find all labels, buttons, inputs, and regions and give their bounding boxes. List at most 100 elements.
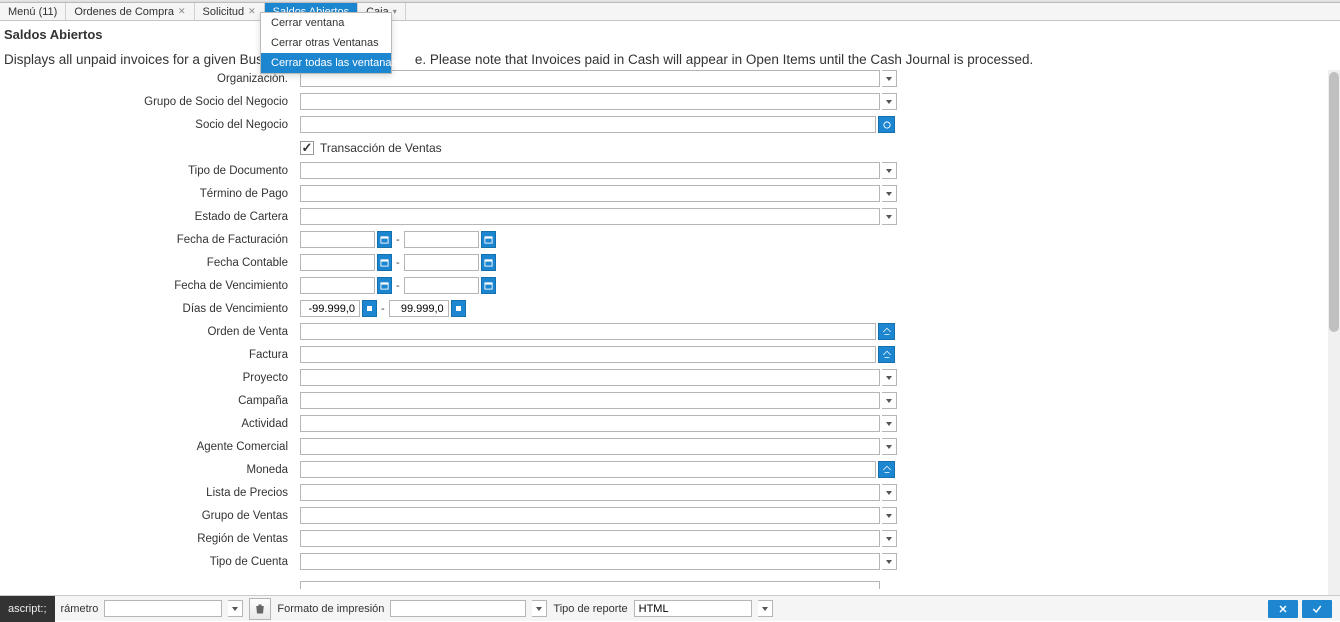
dropdown-button[interactable] xyxy=(882,70,897,87)
factura-input[interactable] xyxy=(300,346,876,363)
dropdown-button[interactable] xyxy=(882,484,897,501)
calendar-icon[interactable] xyxy=(481,254,496,271)
dropdown-button[interactable] xyxy=(882,438,897,455)
transaccion-checkbox[interactable] xyxy=(300,141,314,155)
label-proyecto: Proyecto xyxy=(0,372,300,384)
close-icon[interactable]: ✕ xyxy=(248,6,256,17)
dropdown-button[interactable] xyxy=(882,185,897,202)
label-dias-venc: Días de Vencimiento xyxy=(0,303,300,315)
dropdown-button[interactable] xyxy=(882,415,897,432)
tab-label: Ordenes de Compra xyxy=(74,6,174,18)
dropdown-button[interactable] xyxy=(882,208,897,225)
tab-label: Menú (11) xyxy=(8,6,57,18)
fecha-fact-to[interactable] xyxy=(404,231,479,248)
termino-pago-input[interactable] xyxy=(300,185,880,202)
label-fecha-venc: Fecha de Vencimiento xyxy=(0,280,300,292)
label-tipo-doc: Tipo de Documento xyxy=(0,165,300,177)
actividad-input[interactable] xyxy=(300,415,880,432)
label-tipo-reporte: Tipo de reporte xyxy=(553,603,627,615)
js-status: ascript:; xyxy=(0,596,55,622)
label-estado-cartera: Estado de Cartera xyxy=(0,211,300,223)
dropdown-button[interactable] xyxy=(882,553,897,570)
label-region-ventas: Región de Ventas xyxy=(0,533,300,545)
fecha-venc-to[interactable] xyxy=(404,277,479,294)
help-button[interactable] xyxy=(878,116,895,133)
label-campana: Campaña xyxy=(0,395,300,407)
label-grupo-ventas: Grupo de Ventas xyxy=(0,510,300,522)
calendar-icon[interactable] xyxy=(481,277,496,294)
label-grupo-socio: Grupo de Socio del Negocio xyxy=(0,96,300,108)
tab-ordenes[interactable]: Ordenes de Compra ✕ xyxy=(66,3,194,20)
footer-bar: ascript:; rámetro Formato de impresión T… xyxy=(0,595,1340,621)
fecha-fact-from[interactable] xyxy=(300,231,375,248)
dropdown-button[interactable] xyxy=(882,93,897,110)
close-icon[interactable]: ✕ xyxy=(178,6,186,17)
label-parametro: rámetro xyxy=(61,603,99,615)
calculator-icon[interactable] xyxy=(362,300,377,317)
ok-button[interactable] xyxy=(1302,600,1332,618)
orden-venta-input[interactable] xyxy=(300,323,876,340)
calendar-icon[interactable] xyxy=(481,231,496,248)
trash-button[interactable] xyxy=(249,598,271,620)
label-fecha-fact: Fecha de Facturación xyxy=(0,234,300,246)
chevron-down-icon[interactable]: ▾ xyxy=(393,7,397,16)
formato-impresion-select[interactable] xyxy=(390,600,526,617)
dropdown-button[interactable] xyxy=(228,600,243,617)
fecha-cont-to[interactable] xyxy=(404,254,479,271)
menu-item-cerrar-todas[interactable]: Cerrar todas las ventanas xyxy=(261,53,391,73)
dropdown-button[interactable] xyxy=(882,392,897,409)
search-button[interactable] xyxy=(878,346,895,363)
proyecto-input[interactable] xyxy=(300,369,880,386)
calculator-icon[interactable] xyxy=(451,300,466,317)
dropdown-button[interactable] xyxy=(882,507,897,524)
calendar-icon[interactable] xyxy=(377,277,392,294)
tab-solicitud[interactable]: Solicitud✕ xyxy=(195,3,265,20)
calendar-icon[interactable] xyxy=(377,254,392,271)
tab-row: Menú (11) Ordenes de Compra✕ Solicitud✕ … xyxy=(0,3,1340,21)
dropdown-button[interactable] xyxy=(882,530,897,547)
label-actividad: Actividad xyxy=(0,418,300,430)
grupo-socio-input[interactable] xyxy=(300,93,880,110)
label-fecha-cont: Fecha Contable xyxy=(0,257,300,269)
dropdown-button[interactable] xyxy=(758,600,773,617)
label-transaccion: Transacción de Ventas xyxy=(320,141,442,155)
label-orden-venta: Orden de Venta xyxy=(0,326,300,338)
dropdown-button[interactable] xyxy=(882,369,897,386)
menu-item-cerrar-ventana[interactable]: Cerrar ventana xyxy=(261,13,391,33)
region-ventas-input[interactable] xyxy=(300,530,880,547)
dropdown-button[interactable] xyxy=(532,600,547,617)
fecha-cont-from[interactable] xyxy=(300,254,375,271)
page-description: Displays all unpaid invoices for a given… xyxy=(0,46,1340,73)
label-tipo-cuenta: Tipo de Cuenta xyxy=(0,556,300,568)
dias-venc-to[interactable] xyxy=(389,300,449,317)
calendar-icon[interactable] xyxy=(377,231,392,248)
label-socio: Socio del Negocio xyxy=(0,119,300,131)
label-moneda: Moneda xyxy=(0,464,300,476)
moneda-input[interactable] xyxy=(300,461,876,478)
partial-input[interactable] xyxy=(300,581,880,589)
lista-precios-input[interactable] xyxy=(300,484,880,501)
label-termino-pago: Término de Pago xyxy=(0,188,300,200)
tab-menu[interactable]: Menú (11) xyxy=(0,3,66,20)
parametro-select[interactable] xyxy=(104,600,222,617)
search-button[interactable] xyxy=(878,461,895,478)
page-title: Saldos Abiertos xyxy=(0,21,1340,46)
tipo-doc-input[interactable] xyxy=(300,162,880,179)
search-button[interactable] xyxy=(878,323,895,340)
fecha-venc-from[interactable] xyxy=(300,277,375,294)
vertical-scrollbar[interactable] xyxy=(1328,70,1340,595)
tab-context-menu: Cerrar ventana Cerrar otras Ventanas Cer… xyxy=(260,12,392,74)
menu-item-cerrar-otras[interactable]: Cerrar otras Ventanas xyxy=(261,33,391,53)
grupo-ventas-input[interactable] xyxy=(300,507,880,524)
tipo-reporte-select[interactable] xyxy=(634,600,752,617)
cancel-button[interactable] xyxy=(1268,600,1298,618)
estado-cartera-input[interactable] xyxy=(300,208,880,225)
agente-input[interactable] xyxy=(300,438,880,455)
campana-input[interactable] xyxy=(300,392,880,409)
label-organizacion: Organización. xyxy=(0,73,300,85)
label-agente: Agente Comercial xyxy=(0,441,300,453)
dias-venc-from[interactable] xyxy=(300,300,360,317)
dropdown-button[interactable] xyxy=(882,162,897,179)
tipo-cuenta-input[interactable] xyxy=(300,553,880,570)
socio-input[interactable] xyxy=(300,116,876,133)
